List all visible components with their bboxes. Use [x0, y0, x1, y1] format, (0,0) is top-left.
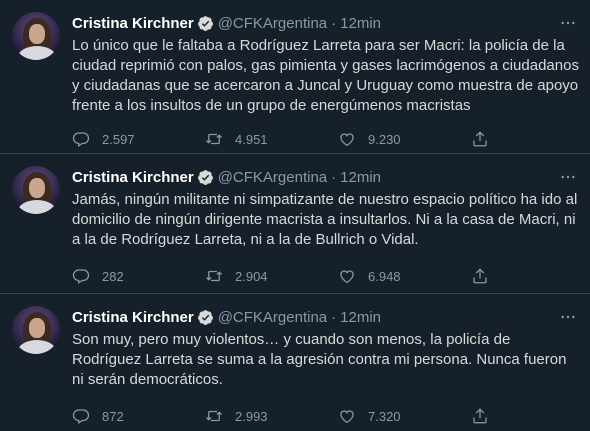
reply-icon	[72, 269, 90, 284]
reply-icon	[72, 132, 90, 147]
retweet-count: 2.993	[235, 408, 268, 424]
like-button[interactable]: 7.320	[338, 407, 471, 425]
reply-count: 2.597	[102, 131, 135, 147]
reply-count: 282	[102, 268, 124, 284]
share-button[interactable]	[471, 267, 501, 285]
verified-badge-icon	[197, 309, 213, 325]
like-count: 7.320	[368, 408, 401, 424]
reply-icon	[72, 409, 90, 424]
tweet[interactable]: Cristina Kirchner @CFKArgentina · 12min …	[0, 294, 590, 431]
separator-dot: ·	[331, 14, 337, 32]
like-icon	[340, 270, 354, 284]
tweet[interactable]: Cristina Kirchner @CFKArgentina · 12min …	[0, 154, 590, 294]
like-icon	[340, 410, 354, 424]
tweet-header: Cristina Kirchner @CFKArgentina · 12min	[72, 307, 578, 327]
like-count: 6.948	[368, 268, 401, 284]
retweet-icon	[206, 270, 222, 282]
retweet-count: 2.904	[235, 268, 268, 284]
author-name[interactable]: Cristina Kirchner	[72, 169, 194, 186]
tweet-feed: Cristina Kirchner @CFKArgentina · 12min …	[0, 0, 590, 431]
like-button[interactable]: 9.230	[338, 130, 471, 148]
retweet-button[interactable]: 2.904	[205, 267, 338, 285]
like-icon	[340, 133, 354, 147]
avatar-face	[29, 318, 45, 338]
reply-count: 872	[102, 408, 124, 424]
more-options-icon[interactable]	[558, 307, 578, 327]
avatar[interactable]	[12, 12, 60, 60]
tweet-text: Jamás, ningún militante ni simpatizante …	[72, 191, 578, 248]
avatar[interactable]	[12, 166, 60, 214]
tweet[interactable]: Cristina Kirchner @CFKArgentina · 12min …	[0, 0, 590, 154]
reply-button[interactable]: 2.597	[72, 130, 205, 148]
retweet-count: 4.951	[235, 131, 268, 147]
tweet-actions: 872 2.993 7.320	[72, 406, 501, 426]
separator-dot: ·	[331, 308, 337, 326]
share-button[interactable]	[471, 130, 501, 148]
like-count: 9.230	[368, 131, 401, 147]
tweet-header: Cristina Kirchner @CFKArgentina · 12min	[72, 167, 578, 187]
verified-badge-icon	[197, 15, 213, 31]
tweet-actions: 282 2.904 6.948	[72, 266, 501, 286]
tweet-text: Lo único que le faltaba a Rodríguez Larr…	[72, 37, 579, 114]
author-handle[interactable]: @CFKArgentina	[218, 15, 327, 32]
share-button[interactable]	[471, 407, 501, 425]
more-options-icon[interactable]	[558, 13, 578, 33]
avatar-face	[29, 178, 45, 198]
avatar-shirt	[18, 200, 56, 214]
retweet-icon	[206, 133, 222, 145]
reply-button[interactable]: 872	[72, 407, 205, 425]
avatar-face	[29, 24, 45, 44]
avatar[interactable]	[12, 306, 60, 354]
tweet-actions: 2.597 4.951 9.230	[72, 129, 501, 149]
tweet-time[interactable]: 12min	[340, 15, 381, 32]
tweet-time[interactable]: 12min	[340, 309, 381, 326]
share-icon	[473, 408, 487, 424]
like-button[interactable]: 6.948	[338, 267, 471, 285]
reply-button[interactable]: 282	[72, 267, 205, 285]
avatar-shirt	[18, 46, 56, 60]
retweet-button[interactable]: 4.951	[205, 130, 338, 148]
author-name[interactable]: Cristina Kirchner	[72, 15, 194, 32]
separator-dot: ·	[331, 168, 337, 186]
avatar-shirt	[18, 340, 56, 354]
author-handle[interactable]: @CFKArgentina	[218, 309, 327, 326]
share-icon	[473, 268, 487, 284]
retweet-icon	[206, 410, 222, 422]
more-options-icon[interactable]	[558, 167, 578, 187]
tweet-time[interactable]: 12min	[340, 169, 381, 186]
tweet-header: Cristina Kirchner @CFKArgentina · 12min	[72, 13, 578, 33]
tweet-text: Son muy, pero muy violentos… y cuando so…	[72, 331, 567, 388]
share-icon	[473, 131, 487, 147]
retweet-button[interactable]: 2.993	[205, 407, 338, 425]
author-handle[interactable]: @CFKArgentina	[218, 169, 327, 186]
author-name[interactable]: Cristina Kirchner	[72, 309, 194, 326]
verified-badge-icon	[197, 169, 213, 185]
